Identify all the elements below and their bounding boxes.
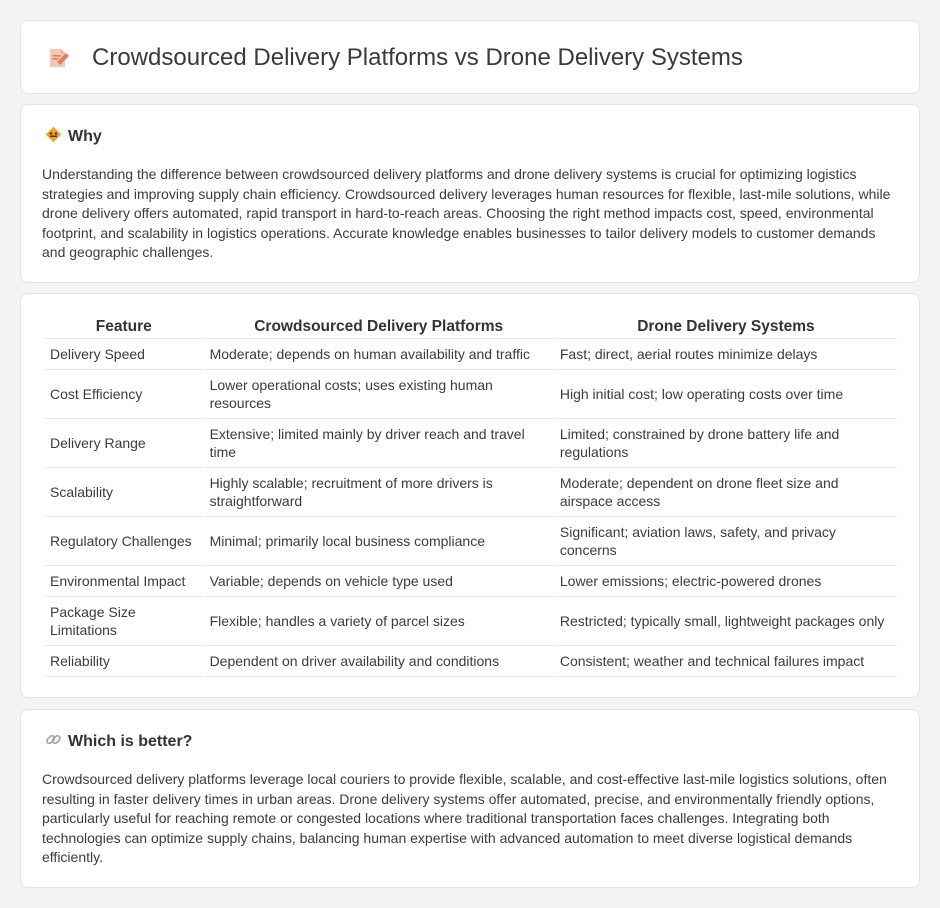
feature-cell: Reliability	[45, 646, 203, 677]
crowdsourced-cell: Lower operational costs; uses existing h…	[204, 370, 553, 419]
header-card: Crowdsourced Delivery Platforms vs Drone…	[20, 20, 920, 94]
drone-cell: High initial cost; low operating costs o…	[554, 370, 897, 419]
crowdsourced-cell: Dependent on driver availability and con…	[204, 646, 553, 677]
feature-cell: Delivery Range	[45, 419, 203, 468]
drone-cell: Fast; direct, aerial routes minimize del…	[554, 339, 897, 370]
crowdsourced-cell: Moderate; depends on human availability …	[204, 339, 553, 370]
link-icon	[45, 731, 68, 753]
feature-cell: Regulatory Challenges	[45, 517, 203, 566]
crowdsourced-cell: Minimal; primarily local business compli…	[204, 517, 553, 566]
which-is-better-paragraph: Crowdsourced delivery platforms leverage…	[42, 771, 887, 865]
header-drone: Drone Delivery Systems	[554, 316, 897, 339]
crowdsourced-cell: Highly scalable; recruitment of more dri…	[204, 468, 553, 517]
drone-cell: Limited; constrained by drone battery li…	[554, 419, 897, 468]
why-paragraph: Understanding the difference between cro…	[42, 166, 891, 260]
feature-cell: Cost Efficiency	[45, 370, 203, 419]
drone-cell: Significant; aviation laws, safety, and …	[554, 517, 897, 566]
drone-cell: Lower emissions; electric-powered drones	[554, 566, 897, 597]
comparison-table-card: Feature Crowdsourced Delivery Platforms …	[20, 293, 920, 698]
crowdsourced-cell: Extensive; limited mainly by driver reac…	[204, 419, 553, 468]
drone-cell: Moderate; dependent on drone fleet size …	[554, 468, 897, 517]
document-edit-icon	[47, 47, 69, 69]
comparison-table: Feature Crowdsourced Delivery Platforms …	[43, 316, 899, 677]
table-row: Scalability Highly scalable; recruitment…	[45, 468, 897, 517]
header-feature: Feature	[45, 316, 203, 339]
diamond-sign-icon	[45, 126, 68, 148]
table-row: Delivery Range Extensive; limited mainly…	[45, 419, 897, 468]
why-section: Why Understanding the difference between…	[20, 104, 920, 283]
table-row: Cost Efficiency Lower operational costs;…	[45, 370, 897, 419]
table-row: Delivery Speed Moderate; depends on huma…	[45, 339, 897, 370]
feature-cell: Package Size Limitations	[45, 597, 203, 646]
drone-cell: Consistent; weather and technical failur…	[554, 646, 897, 677]
table-row: Package Size Limitations Flexible; handl…	[45, 597, 897, 646]
drone-cell: Restricted; typically small, lightweight…	[554, 597, 897, 646]
section-title-which-is-better: Which is better?	[68, 733, 193, 750]
table-header-row: Feature Crowdsourced Delivery Platforms …	[45, 316, 897, 339]
table-row: Environmental Impact Variable; depends o…	[45, 566, 897, 597]
feature-cell: Delivery Speed	[45, 339, 203, 370]
crowdsourced-cell: Flexible; handles a variety of parcel si…	[204, 597, 553, 646]
table-row: Regulatory Challenges Minimal; primarily…	[45, 517, 897, 566]
feature-cell: Scalability	[45, 468, 203, 517]
page-title: Crowdsourced Delivery Platforms vs Drone…	[92, 44, 743, 71]
table-row: Reliability Dependent on driver availabi…	[45, 646, 897, 677]
section-title-why: Why	[68, 128, 102, 145]
feature-cell: Environmental Impact	[45, 566, 203, 597]
which-is-better-section: Which is better? Crowdsourced delivery p…	[20, 709, 920, 888]
header-crowdsourced: Crowdsourced Delivery Platforms	[204, 316, 553, 339]
crowdsourced-cell: Variable; depends on vehicle type used	[204, 566, 553, 597]
